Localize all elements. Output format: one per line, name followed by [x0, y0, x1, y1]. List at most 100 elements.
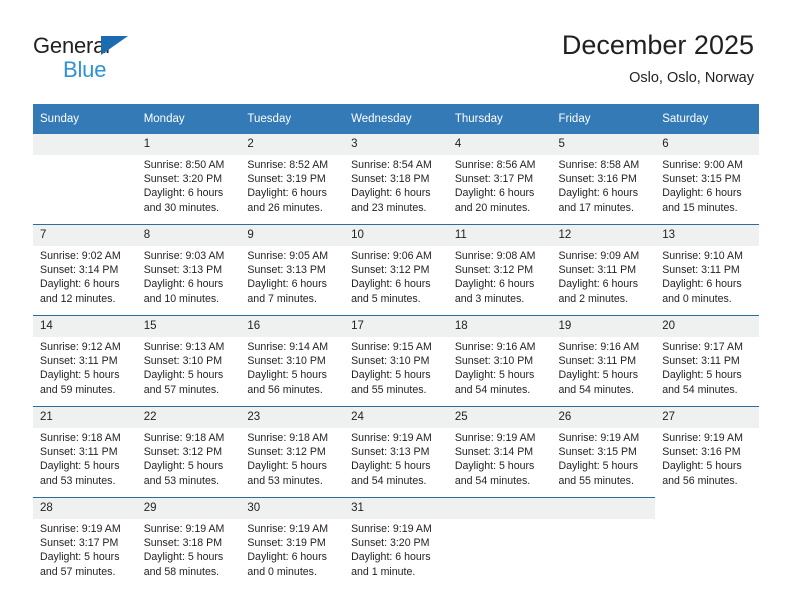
day-details: Sunrise: 9:18 AM Sunset: 3:12 PM Dayligh…	[137, 428, 241, 488]
sunrise-text: Sunrise: 9:00 AM	[662, 159, 743, 171]
day-details: Sunrise: 8:54 AM Sunset: 3:18 PM Dayligh…	[344, 155, 448, 215]
day-number: 25	[447, 407, 552, 428]
calendar-header-row: Sunday Monday Tuesday Wednesday Thursday…	[33, 104, 759, 134]
day-number: 1	[136, 134, 241, 155]
day-details: Sunrise: 9:02 AM Sunset: 3:14 PM Dayligh…	[33, 246, 137, 306]
day-number	[551, 498, 656, 519]
day-cell[interactable]: 30 Sunrise: 9:19 AM Sunset: 3:19 PM Dayl…	[240, 497, 345, 588]
sunset-text: Sunset: 3:11 PM	[558, 355, 637, 368]
day-details: Sunrise: 9:14 AM Sunset: 3:10 PM Dayligh…	[240, 337, 344, 397]
day-number: 28	[33, 498, 137, 519]
sunset-text: Sunset: 3:16 PM	[662, 446, 741, 459]
day-number: 3	[344, 134, 448, 155]
daylight-text: Daylight: 5 hours	[143, 460, 224, 473]
day-details: Sunrise: 9:19 AM Sunset: 3:16 PM Dayligh…	[655, 428, 759, 488]
day-cell[interactable]: 12 Sunrise: 9:09 AM Sunset: 3:11 PM Dayl…	[551, 224, 656, 316]
sunset-text: Sunset: 3:17 PM	[40, 537, 119, 550]
day-cell[interactable]: 23 Sunrise: 9:18 AM Sunset: 3:12 PM Dayl…	[240, 406, 345, 498]
day-cell[interactable]: 18 Sunrise: 9:16 AM Sunset: 3:10 PM Dayl…	[447, 315, 552, 407]
daylight-text-cont: and 3 minutes.	[454, 292, 525, 305]
day-cell[interactable]: 31 Sunrise: 9:19 AM Sunset: 3:20 PM Dayl…	[344, 497, 448, 588]
day-details: Sunrise: 9:13 AM Sunset: 3:10 PM Dayligh…	[137, 337, 241, 397]
day-cell[interactable]: 2 Sunrise: 8:52 AM Sunset: 3:19 PM Dayli…	[240, 134, 345, 225]
daylight-text-cont: and 54 minutes.	[558, 383, 634, 396]
day-details: Sunrise: 9:15 AM Sunset: 3:10 PM Dayligh…	[344, 337, 448, 397]
weekday-header-saturday: Saturday	[655, 104, 759, 134]
day-number: 27	[655, 407, 759, 428]
day-cell[interactable]: 14 Sunrise: 9:12 AM Sunset: 3:11 PM Dayl…	[33, 315, 137, 407]
daylight-text-cont: and 53 minutes.	[247, 474, 323, 487]
daylight-text: Daylight: 6 hours	[351, 278, 431, 291]
day-cell[interactable]: 3 Sunrise: 8:54 AM Sunset: 3:18 PM Dayli…	[344, 134, 448, 225]
sunrise-text: Sunrise: 9:03 AM	[143, 250, 225, 262]
day-cell[interactable]: 17 Sunrise: 9:15 AM Sunset: 3:10 PM Dayl…	[344, 315, 448, 407]
day-cell[interactable]: 19 Sunrise: 9:16 AM Sunset: 3:11 PM Dayl…	[551, 315, 656, 407]
day-details: Sunrise: 9:19 AM Sunset: 3:13 PM Dayligh…	[344, 428, 448, 488]
daylight-text-cont: and 26 minutes.	[247, 201, 323, 214]
day-details: Sunrise: 8:58 AM Sunset: 3:16 PM Dayligh…	[552, 155, 656, 215]
day-cell[interactable]: 20 Sunrise: 9:17 AM Sunset: 3:11 PM Dayl…	[655, 315, 759, 407]
day-cell[interactable]: 6 Sunrise: 9:00 AM Sunset: 3:15 PM Dayli…	[655, 134, 759, 225]
daylight-text-cont: and 53 minutes.	[143, 474, 220, 487]
day-number: 22	[136, 407, 241, 428]
day-number: 10	[344, 225, 448, 246]
sunrise-text: Sunrise: 9:02 AM	[40, 250, 121, 262]
day-details: Sunrise: 9:19 AM Sunset: 3:15 PM Dayligh…	[552, 428, 656, 488]
daylight-text: Daylight: 5 hours	[351, 460, 431, 473]
day-cell[interactable]: 8 Sunrise: 9:03 AM Sunset: 3:13 PM Dayli…	[136, 224, 241, 316]
day-cell[interactable]: 29 Sunrise: 9:19 AM Sunset: 3:18 PM Dayl…	[136, 497, 241, 588]
day-number: 30	[240, 498, 345, 519]
day-details: Sunrise: 9:18 AM Sunset: 3:11 PM Dayligh…	[33, 428, 137, 488]
daylight-text-cont: and 15 minutes.	[662, 201, 738, 214]
daylight-text-cont: and 12 minutes.	[40, 292, 116, 305]
day-details: Sunrise: 9:08 AM Sunset: 3:12 PM Dayligh…	[448, 246, 552, 306]
daylight-text-cont: and 5 minutes.	[351, 292, 421, 305]
daylight-text-cont: and 10 minutes.	[143, 292, 220, 305]
sunset-text: Sunset: 3:18 PM	[143, 537, 223, 550]
day-details: Sunrise: 8:56 AM Sunset: 3:17 PM Dayligh…	[448, 155, 552, 215]
daylight-text-cont: and 2 minutes.	[558, 292, 629, 305]
day-cell[interactable]: 1 Sunrise: 8:50 AM Sunset: 3:20 PM Dayli…	[136, 134, 241, 225]
sunrise-text: Sunrise: 8:52 AM	[247, 159, 329, 171]
day-details: Sunrise: 9:19 AM Sunset: 3:18 PM Dayligh…	[137, 519, 241, 579]
day-number: 2	[240, 134, 345, 155]
day-cell[interactable]: 5 Sunrise: 8:58 AM Sunset: 3:16 PM Dayli…	[551, 134, 656, 225]
day-cell[interactable]: 7 Sunrise: 9:02 AM Sunset: 3:14 PM Dayli…	[33, 224, 137, 316]
daylight-text-cont: and 54 minutes.	[351, 474, 427, 487]
day-cell[interactable]: 26 Sunrise: 9:19 AM Sunset: 3:15 PM Dayl…	[551, 406, 656, 498]
daylight-text: Daylight: 6 hours	[143, 187, 224, 200]
day-cell[interactable]: 25 Sunrise: 9:19 AM Sunset: 3:14 PM Dayl…	[447, 406, 552, 498]
logo-triangle-icon	[101, 36, 128, 55]
day-cell[interactable]: 27 Sunrise: 9:19 AM Sunset: 3:16 PM Dayl…	[655, 406, 759, 498]
daylight-text: Daylight: 5 hours	[662, 460, 742, 473]
day-cell[interactable]: 9 Sunrise: 9:05 AM Sunset: 3:13 PM Dayli…	[240, 224, 345, 316]
logo-general-blue[interactable]: General Blue	[33, 33, 213, 83]
day-number: 12	[551, 225, 656, 246]
weekday-header-wednesday: Wednesday	[344, 104, 448, 134]
day-cell[interactable]: 11 Sunrise: 9:08 AM Sunset: 3:12 PM Dayl…	[447, 224, 552, 316]
daylight-text: Daylight: 5 hours	[40, 460, 120, 473]
sunrise-text: Sunrise: 9:14 AM	[247, 341, 329, 353]
sunset-text: Sunset: 3:18 PM	[351, 173, 430, 186]
day-cell[interactable]: 15 Sunrise: 9:13 AM Sunset: 3:10 PM Dayl…	[136, 315, 241, 407]
day-number: 24	[344, 407, 448, 428]
day-cell[interactable]: 24 Sunrise: 9:19 AM Sunset: 3:13 PM Dayl…	[344, 406, 448, 498]
day-cell[interactable]: 28 Sunrise: 9:19 AM Sunset: 3:17 PM Dayl…	[33, 497, 137, 588]
daylight-text: Daylight: 6 hours	[143, 278, 224, 291]
day-cell[interactable]: 10 Sunrise: 9:06 AM Sunset: 3:12 PM Dayl…	[344, 224, 448, 316]
day-cell[interactable]: 22 Sunrise: 9:18 AM Sunset: 3:12 PM Dayl…	[136, 406, 241, 498]
sunrise-text: Sunrise: 9:17 AM	[662, 341, 743, 353]
day-cell[interactable]: 16 Sunrise: 9:14 AM Sunset: 3:10 PM Dayl…	[240, 315, 345, 407]
day-number: 29	[136, 498, 241, 519]
daylight-text: Daylight: 5 hours	[454, 460, 535, 473]
daylight-text-cont: and 58 minutes.	[143, 565, 220, 578]
daylight-text: Daylight: 6 hours	[247, 551, 327, 564]
daylight-text: Daylight: 6 hours	[662, 278, 742, 291]
day-cell[interactable]: 21 Sunrise: 9:18 AM Sunset: 3:11 PM Dayl…	[33, 406, 137, 498]
day-cell[interactable]: 4 Sunrise: 8:56 AM Sunset: 3:17 PM Dayli…	[447, 134, 552, 225]
sunset-text: Sunset: 3:10 PM	[143, 355, 223, 368]
day-cell[interactable]: 13 Sunrise: 9:10 AM Sunset: 3:11 PM Dayl…	[655, 224, 759, 316]
day-number: 17	[344, 316, 448, 337]
daylight-text-cont: and 23 minutes.	[351, 201, 427, 214]
daylight-text: Daylight: 5 hours	[558, 369, 639, 382]
